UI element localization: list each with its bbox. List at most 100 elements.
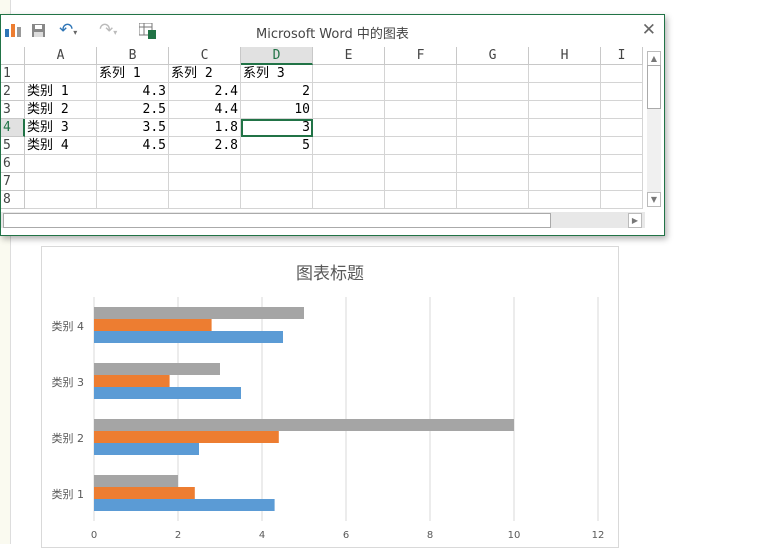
cell-c7[interactable] <box>169 173 241 191</box>
cell-e8[interactable] <box>313 191 385 209</box>
cell-f6[interactable] <box>385 155 457 173</box>
undo-icon[interactable]: ↶▾ <box>59 20 77 40</box>
cell-i6[interactable] <box>601 155 643 173</box>
row-header-4[interactable]: 4 <box>1 119 25 137</box>
cell-a3[interactable]: 类别 2 <box>25 101 97 119</box>
cell-c6[interactable] <box>169 155 241 173</box>
cell-g3[interactable] <box>457 101 529 119</box>
bar-系列3-类别2[interactable] <box>94 419 514 431</box>
bar-系列2-类别2[interactable] <box>94 431 279 443</box>
cell-f1[interactable] <box>385 65 457 83</box>
cell-d1[interactable]: 系列 3 <box>241 65 313 83</box>
cell-a2[interactable]: 类别 1 <box>25 83 97 101</box>
cell-f7[interactable] <box>385 173 457 191</box>
cell-g5[interactable] <box>457 137 529 155</box>
cell-g7[interactable] <box>457 173 529 191</box>
cell-d2[interactable]: 2 <box>241 83 313 101</box>
cell-a6[interactable] <box>25 155 97 173</box>
cell-h4[interactable] <box>529 119 601 137</box>
cell-f3[interactable] <box>385 101 457 119</box>
cell-i1[interactable] <box>601 65 643 83</box>
column-header-b[interactable]: B <box>97 47 169 65</box>
cell-d7[interactable] <box>241 173 313 191</box>
cell-e3[interactable] <box>313 101 385 119</box>
scroll-down-icon[interactable]: ▼ <box>647 192 661 207</box>
cell-i8[interactable] <box>601 191 643 209</box>
column-header-d[interactable]: D <box>241 47 313 65</box>
cell-g2[interactable] <box>457 83 529 101</box>
cell-c3[interactable]: 4.4 <box>169 101 241 119</box>
cell-h1[interactable] <box>529 65 601 83</box>
cell-c5[interactable]: 2.8 <box>169 137 241 155</box>
vertical-scroll-thumb[interactable] <box>647 65 661 109</box>
cell-d6[interactable] <box>241 155 313 173</box>
cell-h6[interactable] <box>529 155 601 173</box>
cell-c8[interactable] <box>169 191 241 209</box>
cell-e4[interactable] <box>313 119 385 137</box>
column-header-c[interactable]: C <box>169 47 241 65</box>
cell-b1[interactable]: 系列 1 <box>97 65 169 83</box>
cell-i3[interactable] <box>601 101 643 119</box>
cell-c2[interactable]: 2.4 <box>169 83 241 101</box>
column-header-i[interactable]: I <box>601 47 643 65</box>
cell-g8[interactable] <box>457 191 529 209</box>
bar-系列1-类别2[interactable] <box>94 443 199 455</box>
cell-f4[interactable] <box>385 119 457 137</box>
cell-b2[interactable]: 4.3 <box>97 83 169 101</box>
row-header-7[interactable]: 7 <box>1 173 25 191</box>
bar-系列1-类别4[interactable] <box>94 331 283 343</box>
cell-e1[interactable] <box>313 65 385 83</box>
cell-b8[interactable] <box>97 191 169 209</box>
row-header-8[interactable]: 8 <box>1 191 25 209</box>
cell-e6[interactable] <box>313 155 385 173</box>
cell-d4[interactable]: 3 <box>241 119 313 137</box>
cell-h5[interactable] <box>529 137 601 155</box>
cell-g4[interactable] <box>457 119 529 137</box>
cell-a7[interactable] <box>25 173 97 191</box>
cell-g1[interactable] <box>457 65 529 83</box>
cell-e7[interactable] <box>313 173 385 191</box>
cell-c4[interactable]: 1.8 <box>169 119 241 137</box>
bar-chart[interactable]: 图表标题 0 2 4 6 8 10 12 类别 1 类别 2 类别 3 类别 4 <box>41 246 619 548</box>
cell-h7[interactable] <box>529 173 601 191</box>
scroll-right-icon[interactable]: ▶ <box>628 213 642 228</box>
close-button[interactable]: ✕ <box>642 20 656 40</box>
row-header-1[interactable]: 1 <box>1 65 25 83</box>
cell-i5[interactable] <box>601 137 643 155</box>
cell-h8[interactable] <box>529 191 601 209</box>
cell-a5[interactable]: 类别 4 <box>25 137 97 155</box>
cell-a4[interactable]: 类别 3 <box>25 119 97 137</box>
cell-f2[interactable] <box>385 83 457 101</box>
redo-icon[interactable]: ↷▾ <box>99 20 117 40</box>
bar-系列3-类别3[interactable] <box>94 363 220 375</box>
cell-d5[interactable]: 5 <box>241 137 313 155</box>
cell-b3[interactable]: 2.5 <box>97 101 169 119</box>
select-all-corner[interactable] <box>1 47 25 65</box>
column-header-h[interactable]: H <box>529 47 601 65</box>
cell-e5[interactable] <box>313 137 385 155</box>
cell-i7[interactable] <box>601 173 643 191</box>
cell-e2[interactable] <box>313 83 385 101</box>
cell-g6[interactable] <box>457 155 529 173</box>
cell-f5[interactable] <box>385 137 457 155</box>
vertical-scrollbar[interactable]: ▲ ▼ <box>647 51 661 207</box>
cell-d3[interactable]: 10 <box>241 101 313 119</box>
save-icon[interactable] <box>31 23 46 42</box>
column-header-a[interactable]: A <box>25 47 97 65</box>
edit-in-excel-icon[interactable] <box>138 22 157 43</box>
cell-d8[interactable] <box>241 191 313 209</box>
cell-b7[interactable] <box>97 173 169 191</box>
bar-系列2-类别3[interactable] <box>94 375 170 387</box>
cell-f8[interactable] <box>385 191 457 209</box>
bar-系列1-类别3[interactable] <box>94 387 241 399</box>
cell-b5[interactable]: 4.5 <box>97 137 169 155</box>
cell-a8[interactable] <box>25 191 97 209</box>
cell-c1[interactable]: 系列 2 <box>169 65 241 83</box>
bar-系列2-类别1[interactable] <box>94 487 195 499</box>
row-header-6[interactable]: 6 <box>1 155 25 173</box>
chart-title[interactable]: 图表标题 <box>42 259 618 284</box>
column-header-g[interactable]: G <box>457 47 529 65</box>
bar-系列2-类别4[interactable] <box>94 319 212 331</box>
row-header-3[interactable]: 3 <box>1 101 25 119</box>
column-header-f[interactable]: F <box>385 47 457 65</box>
